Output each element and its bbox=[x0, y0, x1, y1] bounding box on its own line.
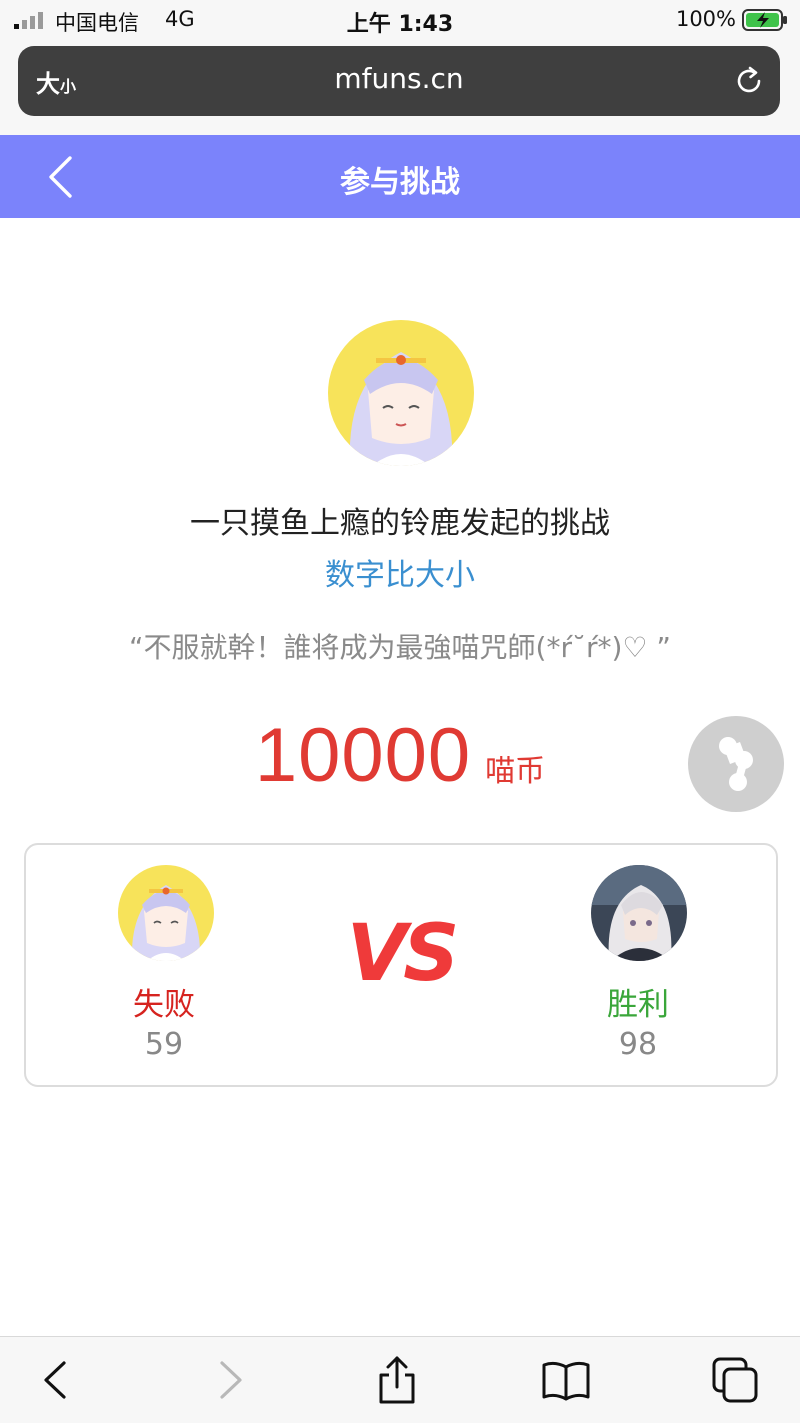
page-header: 参与挑战 bbox=[0, 135, 800, 218]
stake-amount: 10000 bbox=[254, 713, 472, 798]
address-bar[interactable]: 大小 mfuns.cn bbox=[18, 46, 780, 116]
battery-charging-icon bbox=[742, 9, 787, 31]
share-icon[interactable] bbox=[372, 1355, 422, 1405]
player2-result: 胜利 bbox=[607, 987, 669, 1023]
bookmarks-icon[interactable] bbox=[541, 1355, 591, 1405]
challenger-avatar[interactable] bbox=[328, 320, 474, 466]
stake-display: 10000 喵币 bbox=[0, 712, 800, 799]
vs-card: 失败 59 VS 胜利 98 bbox=[24, 843, 778, 1087]
player2-score: 98 bbox=[618, 1027, 658, 1062]
floating-action-button[interactable] bbox=[688, 716, 784, 812]
game-type-link[interactable]: 数字比大小 bbox=[0, 550, 800, 594]
url-display[interactable]: mfuns.cn bbox=[18, 62, 780, 95]
vs-label: VS bbox=[346, 909, 460, 999]
challenge-quote: “不服就幹！誰将成为最強喵咒師(*ŕ˘ŕ*)♡ ” bbox=[129, 631, 671, 664]
back-arrow-icon[interactable] bbox=[32, 1355, 82, 1405]
player2-avatar[interactable] bbox=[591, 865, 687, 961]
browser-toolbar bbox=[0, 1336, 800, 1423]
battery-percentage: 100% bbox=[675, 7, 736, 31]
page-title: 参与挑战 bbox=[340, 165, 460, 200]
player1-score: 59 bbox=[144, 1027, 184, 1062]
stake-unit: 喵币 bbox=[485, 754, 546, 789]
player1-result: 失败 bbox=[133, 987, 195, 1023]
forward-arrow-icon[interactable] bbox=[204, 1355, 254, 1405]
reload-icon[interactable] bbox=[732, 64, 766, 98]
share-node-icon bbox=[719, 737, 753, 791]
challenger-text: 一只摸鱼上瘾的铃鹿发起的挑战 bbox=[190, 506, 610, 541]
player1-avatar[interactable] bbox=[118, 865, 214, 961]
tabs-icon[interactable] bbox=[710, 1355, 760, 1405]
status-bar: 中国电信 4G 上午 1:43 100% bbox=[0, 0, 800, 40]
browser-address-area: 大小 mfuns.cn bbox=[0, 40, 800, 135]
